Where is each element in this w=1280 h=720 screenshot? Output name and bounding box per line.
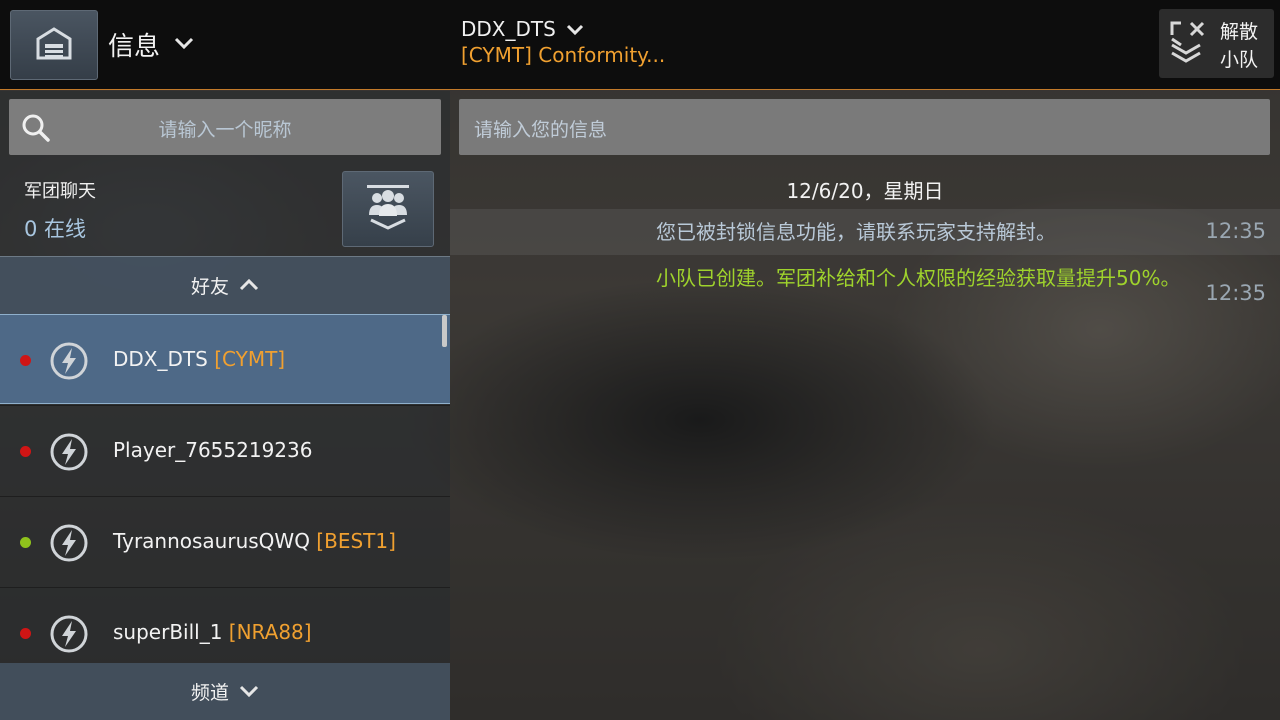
chat-date: 12/6/20，星期日 bbox=[786, 179, 944, 203]
hangar-home-icon bbox=[34, 25, 74, 65]
disband-label-line1: 解散 bbox=[1220, 21, 1259, 43]
clan-tag: [NRA88] bbox=[228, 620, 312, 644]
friend-name: DDX_DTS bbox=[113, 347, 208, 371]
chevron-up-icon bbox=[239, 275, 259, 297]
status-dot bbox=[20, 628, 31, 639]
chat-message: 您已被封锁信息功能，请联系玩家支持解封。 12:35 bbox=[450, 209, 1280, 255]
legion-chat-section: 军团聊天 0 在线 bbox=[0, 163, 450, 255]
legion-online-count: 0 在线 bbox=[24, 217, 87, 241]
friend-name-wrap: superBill_1 [NRA88] bbox=[113, 620, 312, 644]
channels-header-label: 频道 bbox=[190, 682, 229, 704]
nickname-search-input[interactable]: 请输入一个昵称 bbox=[9, 99, 441, 155]
contacts-panel: 请输入一个昵称 军团聊天 0 在线 好友 DDX_DTS [CYMT] Play… bbox=[0, 91, 450, 720]
lightning-badge-icon bbox=[49, 614, 89, 658]
status-dot bbox=[20, 446, 31, 457]
status-dot bbox=[20, 537, 31, 548]
chevron-down-icon bbox=[566, 17, 584, 41]
message-placeholder: 请输入您的信息 bbox=[474, 119, 608, 141]
friends-scrollbar[interactable] bbox=[442, 315, 447, 347]
message-time: 12:35 bbox=[1205, 281, 1266, 305]
friend-name: TyrannosaurusQWQ bbox=[113, 529, 310, 553]
legion-group-icon bbox=[363, 182, 413, 236]
home-button[interactable] bbox=[10, 10, 98, 80]
top-bar: 信息 DDX_DTS [CYMT] Conformity... 解散 小队 bbox=[0, 0, 1280, 90]
message-text: 您已被封锁信息功能，请联系玩家支持解封。 bbox=[656, 220, 1056, 244]
message-input[interactable]: 请输入您的信息 bbox=[459, 99, 1270, 155]
friend-name: Player_7655219236 bbox=[113, 438, 313, 462]
legion-chat-label: 军团聊天 bbox=[24, 181, 96, 202]
lightning-badge-icon bbox=[49, 432, 89, 476]
disband-label-line2: 小队 bbox=[1220, 49, 1259, 71]
search-placeholder: 请输入一个昵称 bbox=[158, 119, 292, 141]
message-time: 12:35 bbox=[1205, 219, 1266, 243]
friends-section-header[interactable]: 好友 bbox=[0, 256, 450, 314]
chat-panel: 请输入您的信息 12/6/20，星期日 您已被封锁信息功能，请联系玩家支持解封。… bbox=[450, 91, 1280, 720]
lightning-badge-icon bbox=[49, 341, 89, 385]
disband-squad-icon bbox=[1169, 19, 1213, 71]
chevron-down-icon bbox=[174, 35, 194, 54]
friends-header-label: 好友 bbox=[190, 276, 229, 298]
chat-message: 小队已创建。军团补给和个人权限的经验获取量提升50%。 12:35 bbox=[450, 255, 1280, 321]
friend-name: superBill_1 bbox=[113, 620, 223, 644]
friend-name-wrap: TyrannosaurusQWQ [BEST1] bbox=[113, 529, 396, 553]
status-dot bbox=[20, 355, 31, 366]
menu-title: 信息 bbox=[108, 31, 161, 62]
chevron-down-icon bbox=[239, 681, 259, 703]
message-text: 小队已创建。军团补给和个人权限的经验获取量提升50%。 bbox=[656, 266, 1181, 290]
chat-target-header[interactable]: DDX_DTS [CYMT] Conformity... bbox=[461, 17, 665, 67]
lightning-badge-icon bbox=[49, 523, 89, 567]
clan-tag: [CYMT] bbox=[214, 347, 286, 371]
channels-section-header[interactable]: 频道 bbox=[0, 663, 450, 720]
chat-target-name: DDX_DTS bbox=[461, 17, 556, 41]
friend-row[interactable]: DDX_DTS [CYMT] bbox=[0, 314, 450, 404]
clan-tag: [BEST1] bbox=[316, 529, 396, 553]
chat-target-subtitle: [CYMT] Conformity... bbox=[461, 43, 666, 67]
legion-chat-button[interactable] bbox=[342, 171, 434, 247]
friend-row[interactable]: Player_7655219236 bbox=[0, 405, 450, 495]
friend-name-wrap: DDX_DTS [CYMT] bbox=[113, 347, 285, 371]
disband-squad-button[interactable]: 解散 小队 bbox=[1159, 9, 1274, 78]
friend-name-wrap: Player_7655219236 bbox=[113, 438, 312, 462]
friend-row[interactable]: TyrannosaurusQWQ [BEST1] bbox=[0, 496, 450, 586]
menu-title-dropdown[interactable]: 信息 bbox=[108, 24, 194, 64]
